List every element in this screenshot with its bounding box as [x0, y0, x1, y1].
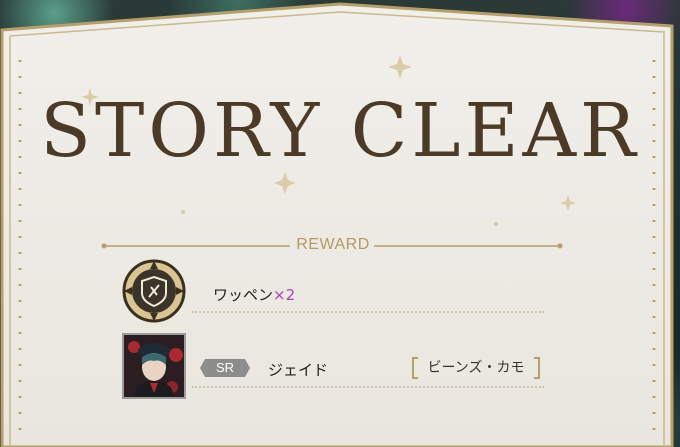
patch-emblem-icon[interactable] — [122, 259, 186, 323]
bracket-right — [534, 357, 540, 379]
reward-label: REWARD — [296, 236, 370, 253]
reward-separator — [192, 311, 544, 313]
result-panel — [0, 2, 674, 447]
reward-item-label: ワッペン — [213, 286, 274, 304]
reward-item-quantity: ×2 — [273, 286, 296, 304]
reward-header: REWARD — [104, 236, 562, 256]
reward-item-name: ワッペン×2 — [213, 284, 295, 305]
outfit-name: ビーンズ・カモ — [412, 357, 540, 379]
bracket-left — [412, 357, 418, 379]
outfit-label: ビーンズ・カモ — [427, 360, 525, 376]
rarity-badge: SR — [200, 359, 250, 377]
character-portrait[interactable] — [122, 333, 186, 399]
reward-separator — [192, 386, 544, 388]
character-name: ジェイド — [268, 361, 329, 379]
story-clear-title: STORY CLEAR — [40, 88, 640, 174]
